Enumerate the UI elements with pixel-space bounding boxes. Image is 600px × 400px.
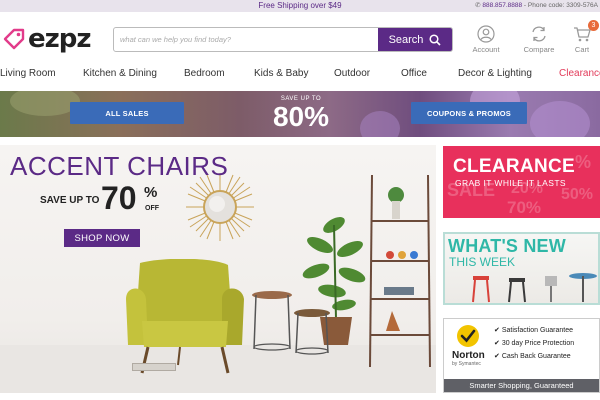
price-tag-icon — [2, 27, 26, 51]
logo-text: ezpz — [28, 24, 92, 54]
site-logo[interactable]: ezpz — [2, 24, 92, 54]
nav-item-kitchen-dining[interactable]: Kitchen & Dining — [83, 68, 157, 79]
all-sales-button[interactable]: ALL SALES — [70, 102, 184, 124]
search-button-label: Search — [388, 33, 424, 46]
hero-off: OFF — [145, 205, 159, 212]
guarantee-item-label: 30 day Price Protection — [501, 340, 575, 347]
nav-item-office[interactable]: Office — [401, 68, 427, 79]
guarantee-item: ✔ Cash Back Guarantee — [494, 350, 574, 363]
whats-new-tile[interactable]: WHAT'S NEW THIS WEEK — [443, 232, 600, 305]
norton-brand: Norton — [452, 350, 485, 361]
phone-info: ✆ 888.857.8888 - Phone code: 3309-576A — [475, 0, 598, 12]
check-icon: ✔ — [494, 327, 502, 334]
nav-item-bedroom[interactable]: Bedroom — [184, 68, 225, 79]
whats-new-title: WHAT'S NEW — [448, 236, 566, 256]
guarantee-item-label: Cash Back Guarantee — [501, 353, 571, 360]
whats-new-subtitle: THIS WEEK — [449, 255, 516, 269]
phone-icon: ✆ — [475, 2, 481, 9]
sales-banner: ALL SALES SAVE UP TO 80% COUPONS & PROMO… — [0, 91, 600, 137]
banner-flower-decoration — [360, 111, 400, 137]
account-icon — [477, 25, 495, 43]
phone-code: - Phone code: 3309-576A — [522, 2, 598, 9]
guarantee-item-label: Satisfaction Guarantee — [501, 327, 574, 334]
accent-chairs-hero[interactable]: ACCENT CHAIRS SAVE UP TO 70 % OFF SHOP N… — [0, 145, 436, 393]
cart-label: Cart — [574, 45, 590, 54]
nav-item-living-room[interactable]: Living Room — [0, 68, 56, 79]
clearance-bg-50: 50% — [561, 186, 594, 203]
nav-item-kids-baby[interactable]: Kids & Baby — [254, 68, 308, 79]
coupons-promos-button[interactable]: COUPONS & PROMOS — [411, 102, 527, 124]
compare-link[interactable]: Compare — [519, 25, 559, 54]
clearance-subtitle: GRAB IT WHILE IT LASTS — [455, 178, 566, 188]
guarantee-item: ✔ 30 day Price Protection — [494, 337, 574, 350]
check-icon: ✔ — [494, 353, 502, 360]
site-header: ezpz Search Account Compare — [0, 12, 600, 64]
hero-percent-sign: % — [144, 184, 158, 201]
cart-link[interactable]: 3 Cart — [564, 20, 600, 54]
shop-now-button[interactable]: SHOP NOW — [64, 229, 140, 247]
check-icon: ✔ — [494, 340, 502, 347]
clearance-title: CLEARANCE — [453, 156, 575, 177]
side-tables-image — [252, 291, 330, 355]
new-stools-image — [472, 273, 597, 303]
clearance-bg-70: 70% — [507, 198, 542, 217]
banner-percent: 80% — [272, 101, 330, 132]
books-image — [132, 363, 176, 371]
nav-item-decor-lighting[interactable]: Decor & Lighting — [458, 68, 532, 79]
account-label: Account — [472, 45, 500, 54]
norton-footer: Smarter Shopping, Guaranteed — [444, 379, 599, 392]
hero-title: ACCENT CHAIRS — [10, 151, 229, 181]
norton-byline: by Symantec — [452, 361, 481, 367]
category-nav: Living Room Kitchen & Dining Bedroom Kid… — [0, 64, 600, 86]
search-input[interactable] — [114, 28, 379, 51]
top-promo-bar: Free Shipping over $49 ✆ 888.857.8888 - … — [0, 0, 600, 12]
accent-chair-image — [126, 259, 244, 374]
phone-number[interactable]: 888.857.8888 — [482, 2, 522, 9]
clearance-tile[interactable]: SALE 20% 50% 70% % CLEARANCE GRAB IT WHI… — [443, 146, 600, 218]
nav-item-clearance[interactable]: Clearance — [559, 68, 600, 79]
guarantee-item: ✔ Satisfaction Guarantee — [494, 324, 574, 337]
cart-count-badge: 3 — [588, 20, 599, 31]
hero-save-up-to: SAVE UP TO — [40, 195, 100, 206]
compare-icon — [532, 26, 546, 42]
norton-guarantee-tile[interactable]: Norton by Symantec ✔ Satisfaction Guaran… — [443, 318, 600, 393]
nav-item-outdoor[interactable]: Outdoor — [334, 68, 370, 79]
compare-label: Compare — [523, 45, 555, 54]
norton-check-icon — [457, 325, 479, 347]
search-icon — [429, 33, 441, 46]
account-link[interactable]: Account — [466, 25, 506, 54]
clearance-bg-percent: % — [575, 152, 592, 172]
etagere-shelf-image — [369, 174, 431, 368]
guarantee-list: ✔ Satisfaction Guarantee ✔ 30 day Price … — [494, 324, 574, 363]
hero-percent: 70 — [101, 180, 137, 216]
search-box: Search — [113, 27, 453, 52]
search-button[interactable]: Search — [378, 28, 452, 51]
banner-flower-decoration — [530, 101, 590, 137]
